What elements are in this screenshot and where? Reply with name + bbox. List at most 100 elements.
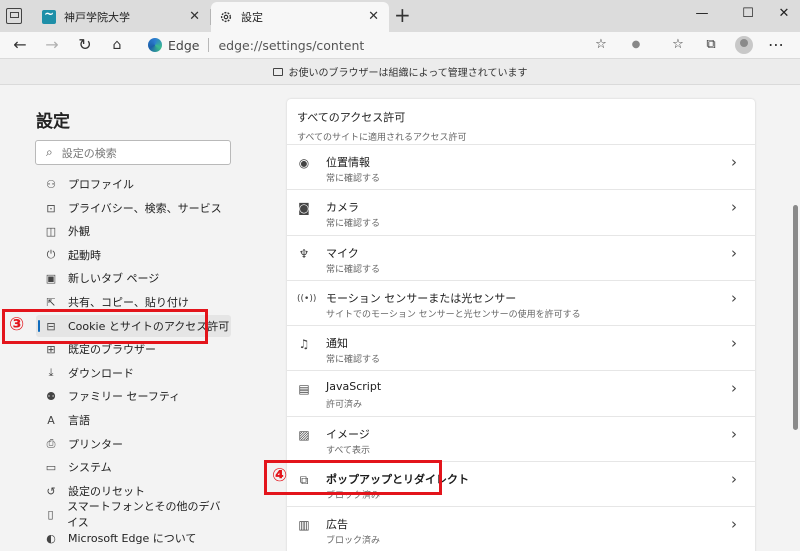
annotation-number-step4: ④ [272, 465, 288, 486]
gear-icon [220, 11, 232, 23]
permission-row-location[interactable]: ◉ 位置情報 常に確認する › [287, 145, 755, 191]
close-window-button[interactable]: ✕ [774, 4, 794, 24]
family-icon: ⚉ [46, 389, 56, 403]
address-site-label: Edge [168, 37, 200, 53]
power-icon: ⏻ [46, 248, 56, 261]
default-browser-icon: ⊞ [46, 342, 56, 356]
tab-university[interactable]: 神戸学院大学 ✕ [32, 2, 210, 32]
sensor-icon: ((•)) [297, 293, 317, 304]
new-tab-icon: ▣ [45, 271, 57, 285]
favorite-add-icon[interactable]: ☆ [591, 35, 611, 55]
permission-status: すべて表示 [326, 445, 371, 456]
sidebar-item-label: Microsoft Edge について [68, 532, 197, 545]
close-tab-icon[interactable]: ✕ [368, 10, 379, 24]
collections-icon[interactable]: ⧉ [701, 35, 721, 55]
permission-status: 常に確認する [326, 219, 381, 230]
edge-logo-icon [148, 38, 162, 52]
refresh-icon[interactable]: ↻ [75, 35, 95, 55]
sidebar-item-languages[interactable]: A 言語 [36, 409, 231, 431]
sidebar-item-label: プロファイル [68, 178, 134, 191]
extension-icon[interactable]: ● [626, 35, 646, 55]
university-favicon-icon [42, 7, 56, 24]
permission-row-javascript[interactable]: ▤ JavaScript 許可済み › [287, 371, 755, 417]
address-url[interactable]: edge://settings/content [218, 38, 364, 53]
tab-settings[interactable]: 設定 ✕ [211, 2, 389, 32]
chevron-right-icon: › [731, 243, 737, 262]
share-icon: ⇱ [46, 295, 56, 309]
appearance-icon: ◫ [45, 224, 57, 238]
sidebar-item-about[interactable]: ◐ Microsoft Edge について [36, 527, 231, 549]
new-tab-button[interactable]: + [394, 5, 411, 25]
section-title: すべてのアクセス許可 [297, 111, 406, 124]
permission-label: モーション センサーまたは光センサー [326, 291, 517, 305]
sidebar-item-family[interactable]: ⚉ ファミリー セーフティ [36, 385, 231, 407]
permission-row-sensors[interactable]: ((•)) モーション センサーまたは光センサー サイトでのモーション センサー… [287, 281, 755, 327]
briefcase-icon [272, 67, 283, 76]
annotation-number-step3: ③ [9, 314, 25, 335]
sidebar-item-label: 起動時 [68, 249, 101, 262]
back-icon[interactable]: ← [10, 35, 30, 55]
sidebar-item-system[interactable]: ▭ システム [36, 456, 231, 478]
chevron-right-icon: › [731, 424, 737, 443]
permission-label: 広告 [326, 518, 348, 532]
chevron-right-icon: › [731, 153, 737, 171]
profile-avatar[interactable] [735, 36, 753, 54]
permission-row-images[interactable]: ▨ イメージ すべて表示 › [287, 417, 755, 463]
home-icon[interactable]: ⌂ [107, 35, 127, 55]
permission-row-notifications[interactable]: ♫ 通知 常に確認する › [287, 326, 755, 372]
language-icon: A [47, 413, 55, 427]
permission-status: 許可済み [326, 400, 363, 411]
address-bar[interactable]: Edge edge://settings/content [136, 33, 616, 57]
sidebar-item-label: 外観 [68, 225, 90, 238]
permission-row-ads[interactable]: ▥ 広告 ブロック済み › [287, 507, 755, 551]
download-icon: ⤓ [48, 366, 54, 379]
minimize-button[interactable]: — [692, 4, 712, 24]
sidebar-item-appearance[interactable]: ◫ 外観 [36, 220, 231, 242]
sidebar-item-printers[interactable]: ⎙ プリンター [36, 433, 231, 455]
managed-notice-text: お使いのブラウザーは組織によって管理されています [288, 68, 528, 79]
permission-status: 常に確認する [326, 264, 381, 275]
chevron-right-icon: › [731, 379, 737, 398]
tab-actions-icon[interactable] [6, 8, 22, 24]
permission-row-microphone[interactable]: ♆ マイク 常に確認する › [287, 236, 755, 281]
chevron-right-icon: › [731, 334, 737, 353]
sidebar-item-label: スマートフォンとその他のデバイス [67, 500, 221, 529]
sidebar-item-label: 設定のリセット [68, 485, 145, 498]
forward-icon[interactable]: → [42, 35, 62, 55]
sidebar-item-label: 新しいタブ ページ [68, 272, 160, 285]
permission-label: カメラ [326, 201, 359, 215]
scrollbar-thumb[interactable] [793, 205, 798, 430]
search-placeholder: 設定の検索 [61, 146, 117, 160]
image-icon: ▨ [298, 427, 310, 442]
ads-icon: ▥ [298, 518, 310, 533]
sidebar-item-profile[interactable]: ⚇ プロファイル [36, 173, 231, 195]
permission-label: JavaScript [326, 380, 382, 394]
chevron-right-icon: › [731, 515, 737, 534]
sidebar-item-downloads[interactable]: ⤓ ダウンロード [36, 362, 231, 384]
permission-status: 常に確認する [326, 174, 381, 184]
page-scrollbar[interactable] [790, 85, 800, 551]
sidebar-item-new-tab[interactable]: ▣ 新しいタブ ページ [36, 267, 231, 289]
close-tab-icon[interactable]: ✕ [189, 10, 200, 24]
more-menu-icon[interactable]: ⋯ [766, 35, 786, 55]
edge-logo-icon: ◐ [46, 531, 56, 545]
card-header: すべてのアクセス許可 すべてのサイトに適用されるアクセス許可 [287, 99, 755, 145]
location-icon: ◉ [298, 156, 310, 170]
permission-status: サイトでのモーション センサーと光センサーの使用を許可する [326, 309, 581, 320]
permission-row-camera[interactable]: ◙ カメラ 常に確認する › [287, 190, 755, 236]
managed-notice-bar: お使いのブラウザーは組織によって管理されています [0, 58, 800, 85]
maximize-button[interactable]: ☐ [738, 4, 758, 24]
settings-search-input[interactable]: ⌕ 設定の検索 [35, 140, 231, 165]
sidebar-item-devices[interactable]: ▯ スマートフォンとその他のデバイス [36, 500, 231, 529]
permission-status: ブロック済み [326, 536, 381, 547]
permission-label: 通知 [326, 337, 348, 351]
favorites-icon[interactable]: ☆ [668, 35, 688, 55]
profile-icon: ⚇ [46, 177, 56, 191]
sidebar-item-label: ダウンロード [68, 367, 134, 380]
permission-label: マイク [326, 246, 359, 260]
section-subtitle: すべてのサイトに適用されるアクセス許可 [297, 133, 467, 143]
permission-status: 常に確認する [326, 355, 381, 366]
sidebar-item-startup[interactable]: ⏻ 起動時 [36, 244, 231, 266]
sidebar-item-label: プライバシー、検索、サービス [68, 202, 222, 215]
sidebar-item-privacy[interactable]: ⊡ プライバシー、検索、サービス [36, 197, 231, 219]
